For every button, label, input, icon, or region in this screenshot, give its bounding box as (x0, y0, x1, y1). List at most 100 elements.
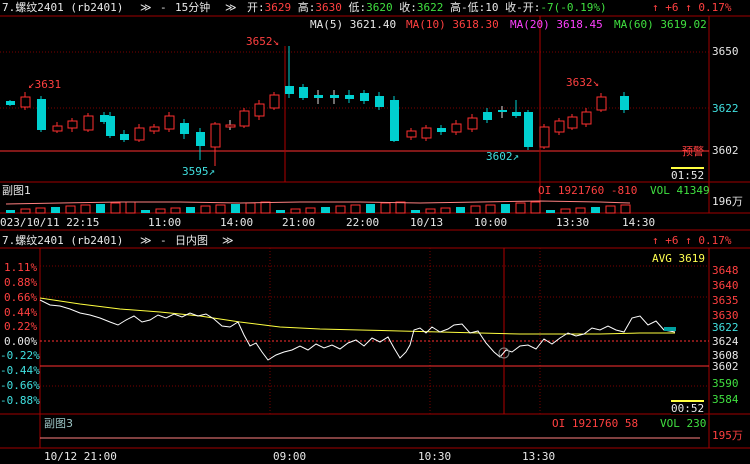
volume-bar (366, 204, 375, 213)
candle-body (390, 100, 399, 141)
price-axis-label: 3602 (712, 144, 739, 157)
candlestick-series (6, 46, 629, 166)
volume-readout: VOL 41349 (650, 184, 710, 197)
time-axis-label: 10/12 21:00 (44, 450, 117, 463)
candle-body (20, 96, 31, 108)
open-interest-readout: OI 1921760 -810 (538, 184, 638, 197)
candle-body (524, 112, 533, 147)
candle-body (581, 111, 592, 125)
candle-body (67, 120, 78, 129)
time-axis-label: 10:30 (418, 450, 452, 463)
pct-axis-label: 0.88% (4, 276, 38, 289)
time-axis-label: 14:30 (622, 216, 656, 229)
volume-bar (395, 201, 406, 214)
volume-bar (65, 205, 76, 214)
volume-bar (80, 204, 91, 214)
volume-bar (575, 207, 586, 214)
volume-bar (290, 208, 301, 214)
volume-bar (335, 205, 346, 214)
annotation: 3602↗ (486, 150, 520, 163)
candle-body (406, 130, 417, 138)
volume-bar (110, 202, 121, 214)
top-panel-title[interactable]: 7.螺纹2401 (rb2401) (2, 2, 123, 13)
avg-box-marker (664, 327, 676, 331)
volume-axis-label: 195万 (712, 429, 743, 442)
pct-axis-label: -0.66% (0, 379, 40, 392)
volume-bar (591, 207, 600, 213)
high-annotation: 3652↘ (246, 35, 280, 48)
candle-body (254, 103, 265, 117)
time-axis-label: 21:00 (282, 216, 316, 229)
annotation: 3632↘ (566, 76, 600, 89)
candle-body (375, 96, 384, 107)
price-axis-label: 3622 (712, 321, 739, 334)
time-axis-label: 023/10/11 22:15 (0, 216, 100, 229)
bottom-price-grid (40, 248, 709, 414)
time-axis-label: 10/13 (410, 216, 444, 229)
volume-bar (215, 204, 226, 214)
alert-label[interactable]: 预警 (682, 146, 704, 157)
volume-bar (260, 201, 271, 214)
time-axis-label: 09:00 (273, 450, 307, 463)
volume-bar (321, 207, 330, 213)
price-axis-label: 3635 (712, 294, 739, 307)
average-price-line (39, 297, 675, 335)
candle-body (164, 115, 175, 130)
volume-bar (141, 210, 150, 213)
candle-body (83, 115, 94, 131)
chevron-down-icon[interactable]: ≫ (222, 235, 234, 246)
volume-bar (605, 205, 616, 214)
open-interest-readout: OI 1921760 58 (552, 417, 639, 430)
volume-bar (515, 202, 526, 214)
candle-body (596, 96, 607, 111)
candle-body (52, 125, 63, 132)
pct-axis-label: 0.66% (4, 291, 38, 304)
candle-body (134, 127, 145, 141)
candle-body (498, 110, 507, 112)
candle-body (483, 112, 492, 120)
price-axis-label: 3602 (712, 360, 739, 373)
ma60-label: MA(60) 3619.02 (614, 18, 707, 31)
volume-bar (440, 207, 451, 214)
chevron-down-icon[interactable]: ≫ (225, 2, 237, 13)
sub-chart-label[interactable]: 副图3 (44, 418, 73, 429)
volume-bar (96, 204, 105, 213)
sub-chart-label[interactable]: 副图1 (2, 185, 31, 196)
volume-bar (560, 208, 571, 214)
volume-bar (35, 207, 46, 214)
bottom-panel-title[interactable]: 7.螺纹2401 (rb2401) (2, 235, 123, 246)
chevron-down-icon[interactable]: ≫ (140, 235, 152, 246)
time-axis-label: 10:00 (474, 216, 508, 229)
volume-bar (170, 207, 181, 214)
pct-axis-label: 1.11% (4, 261, 38, 274)
bar-countdown: 01:52 (671, 167, 705, 182)
price-axis-label: 3590 (712, 377, 739, 390)
candle-body (37, 99, 46, 130)
pct-axis-label: -0.44% (0, 364, 40, 377)
low-annotation: 3595↗ (182, 165, 216, 178)
candle-body (539, 126, 550, 148)
price-axis-label: 3648 (712, 264, 739, 277)
candle-body (314, 95, 323, 98)
volume-bar (546, 210, 555, 213)
period-selector[interactable]: 15分钟 (175, 2, 210, 13)
candle-body (330, 95, 339, 98)
bar-countdown: 00:52 (671, 400, 705, 415)
volume-axis-label: 196万 (712, 195, 743, 208)
price-change-badge: ↑ +6 ↑ 0.17% (652, 234, 732, 247)
volume-bar (485, 204, 496, 214)
intraday-selector[interactable]: 日内图 (175, 235, 208, 246)
chevron-down-icon[interactable]: ≫ (140, 2, 152, 13)
volume-bar (231, 204, 240, 213)
candle-body (345, 95, 354, 99)
volume-bar (456, 207, 465, 213)
ma5-label: MA(5) 3621.40 (310, 18, 397, 31)
volume-bars-top (5, 200, 631, 214)
volume-bar (501, 204, 510, 213)
time-axis-label: 13:30 (522, 450, 556, 463)
pct-axis-label: -0.22% (0, 349, 40, 362)
ma20-label: MA(20) 3618.45 (510, 18, 603, 31)
volume-bar (380, 202, 391, 214)
dash-separator: - (160, 234, 167, 247)
time-axis-label: 14:00 (220, 216, 254, 229)
